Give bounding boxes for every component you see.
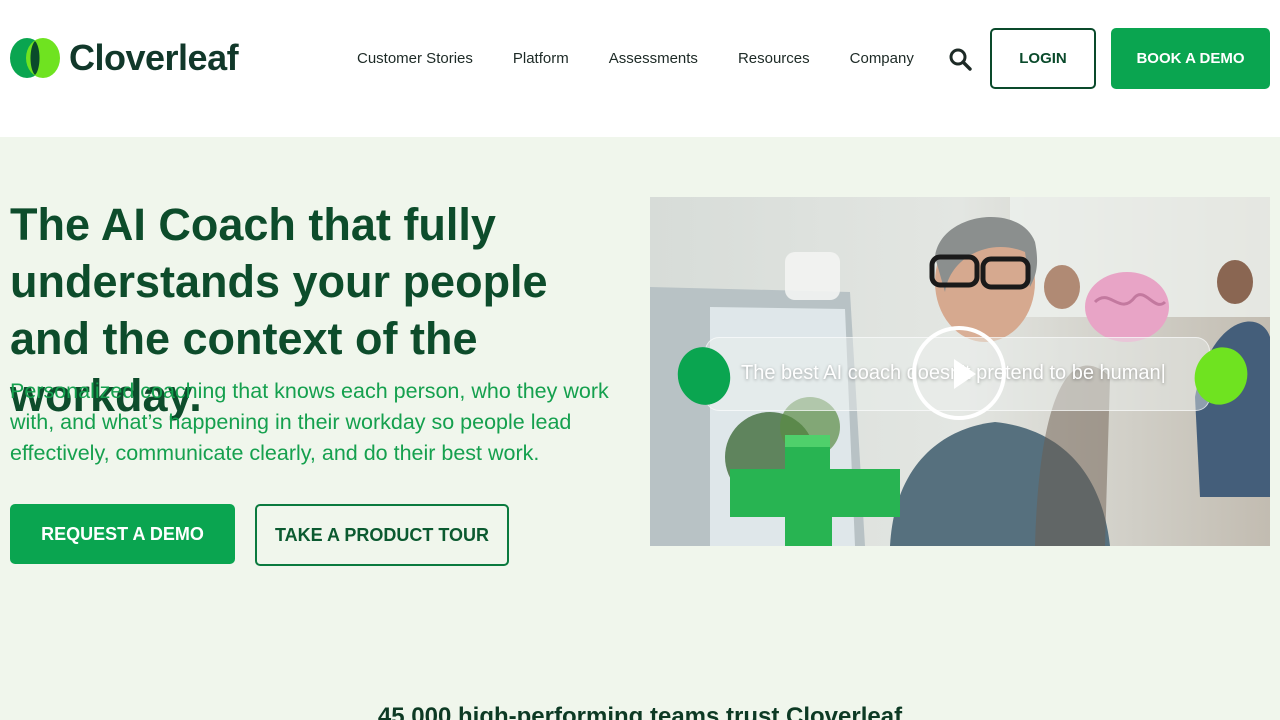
hero-video[interactable]: The best AI coach doesn't pretend to be … (650, 197, 1270, 546)
main-nav: Customer Stories Platform Assessments Re… (357, 50, 954, 67)
logo[interactable]: Cloverleaf (10, 36, 239, 80)
logo-wordmark: Cloverleaf (69, 37, 239, 78)
book-demo-button[interactable]: BOOK A DEMO (1111, 28, 1270, 89)
nav-assessments[interactable]: Assessments (609, 50, 698, 67)
nav-resources[interactable]: Resources (738, 50, 810, 67)
trust-headline: 45,000 high-performing teams trust Clove… (377, 703, 903, 720)
nav-customer-stories[interactable]: Customer Stories (357, 50, 473, 67)
hero-subtitle: Personalized coaching that knows each pe… (10, 379, 609, 465)
login-button[interactable]: LOGIN (990, 28, 1096, 89)
product-tour-button[interactable]: TAKE A PRODUCT TOUR (255, 504, 509, 566)
request-demo-button[interactable]: REQUEST A DEMO (10, 504, 235, 564)
clover-logo-icon (10, 38, 60, 78)
search-icon[interactable] (948, 47, 972, 71)
site-header: Cloverleaf Customer Stories Platform Ass… (0, 0, 1280, 137)
play-icon[interactable] (912, 326, 1006, 420)
nav-company[interactable]: Company (850, 50, 914, 67)
nav-platform[interactable]: Platform (513, 50, 569, 67)
